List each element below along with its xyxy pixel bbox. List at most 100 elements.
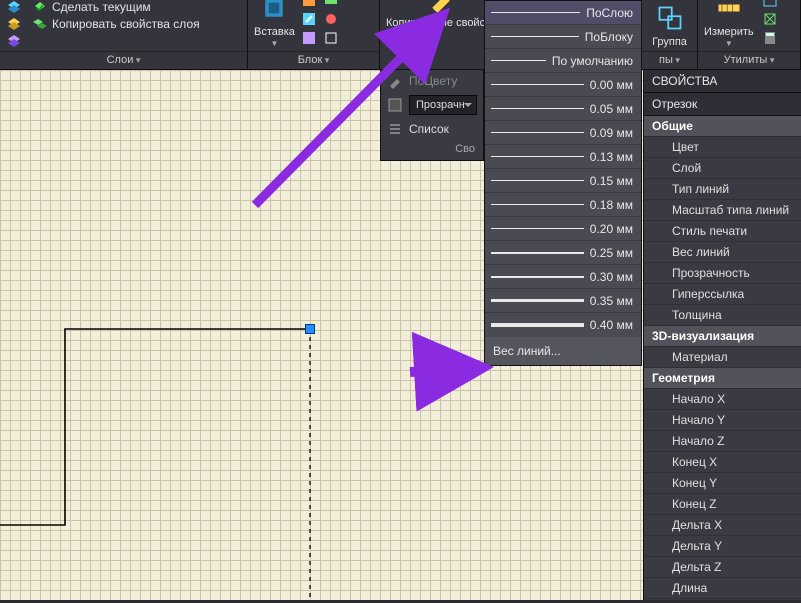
lineweight-option[interactable]: 0.15 мм bbox=[485, 169, 641, 193]
copy-properties-label: Копирование свойств bbox=[386, 17, 496, 29]
panel-title-layers[interactable]: Слои bbox=[0, 51, 247, 69]
panel-title-groups[interactable]: пы bbox=[642, 51, 697, 69]
lineweight-sample bbox=[491, 132, 584, 133]
lineweight-option[interactable]: 0.09 мм bbox=[485, 121, 641, 145]
block-edit-icon[interactable] bbox=[301, 11, 317, 27]
lineweight-sample bbox=[491, 276, 584, 278]
props-row[interactable]: Начало Z bbox=[644, 431, 801, 452]
layer-match-icon[interactable] bbox=[6, 16, 22, 32]
lineweight-option[interactable]: 0.35 мм bbox=[485, 289, 641, 313]
block-misc2-icon[interactable] bbox=[323, 11, 339, 27]
props-row[interactable]: Материал bbox=[644, 347, 801, 368]
measure-icon bbox=[713, 0, 745, 24]
layer-props-icon[interactable] bbox=[6, 33, 22, 49]
props-row[interactable]: Дельта Y bbox=[644, 536, 801, 557]
props-row[interactable]: Конец Y bbox=[644, 473, 801, 494]
props-row[interactable]: Тип линий bbox=[644, 179, 801, 200]
lineweight-option[interactable]: 0.05 мм bbox=[485, 97, 641, 121]
select-all-icon[interactable] bbox=[762, 11, 778, 27]
block-create-icon[interactable] bbox=[301, 0, 317, 8]
transparency-label: Прозрачн bbox=[416, 99, 465, 111]
lineweight-option[interactable]: ПоСлою bbox=[485, 1, 641, 25]
palette-entity-type[interactable]: Отрезок bbox=[644, 93, 801, 116]
lineweight-option[interactable]: 0.25 мм bbox=[485, 241, 641, 265]
line-segment bbox=[0, 329, 310, 525]
list-row[interactable]: Список bbox=[381, 118, 483, 140]
copy-layer-props-label: Копировать свойства слоя bbox=[52, 17, 200, 31]
ribbon-panel-groups: Группа пы bbox=[642, 0, 698, 69]
props-row[interactable]: Слой bbox=[644, 158, 801, 179]
panel-title-block[interactable]: Блок bbox=[248, 51, 379, 69]
measure-button[interactable]: Измерить ▼ bbox=[704, 0, 754, 49]
copy-layer-props-button[interactable]: Копировать свойства слоя bbox=[32, 16, 200, 32]
lineweight-sample bbox=[491, 12, 580, 13]
properties-palette: СВОЙСТВА Отрезок ОбщиеЦветСлойТип линийМ… bbox=[643, 70, 801, 600]
lineweight-option[interactable]: 0.00 мм bbox=[485, 73, 641, 97]
list-icon bbox=[387, 121, 403, 137]
props-row[interactable]: Начало X bbox=[644, 389, 801, 410]
lineweight-sample bbox=[491, 228, 584, 229]
block-misc3-icon[interactable] bbox=[323, 30, 339, 46]
group-icon bbox=[654, 2, 686, 34]
ribbon-panel-utilities: Измерить ▼ Утилиты bbox=[698, 0, 801, 69]
transparency-select[interactable]: Прозрачн bbox=[409, 95, 477, 115]
insert-button[interactable]: Вставка ▼ bbox=[254, 0, 295, 49]
insert-label: Вставка bbox=[254, 26, 295, 38]
lineweight-option-label: 0.09 мм bbox=[590, 126, 633, 140]
lineweight-option[interactable]: ПоБлоку bbox=[485, 25, 641, 49]
calculator-icon[interactable] bbox=[762, 30, 778, 46]
measure-label: Измерить bbox=[704, 26, 754, 38]
props-section-header[interactable]: 3D-визуализация bbox=[644, 326, 801, 347]
lineweight-option[interactable]: 0.40 мм bbox=[485, 313, 641, 337]
props-row[interactable]: Масштаб типа линий bbox=[644, 200, 801, 221]
copy-properties-button[interactable]: Копирование свойств bbox=[386, 0, 496, 29]
copy-props-icon bbox=[32, 16, 48, 32]
props-row[interactable]: Дельта X bbox=[644, 515, 801, 536]
lineweight-sample bbox=[491, 156, 584, 157]
layer-current-icon bbox=[32, 0, 48, 15]
selection-grip[interactable] bbox=[305, 324, 315, 334]
lineweight-option[interactable]: 0.18 мм bbox=[485, 193, 641, 217]
props-row[interactable]: Цвет bbox=[644, 137, 801, 158]
group-label: Группа bbox=[652, 36, 687, 48]
lineweight-option-label: По умолчанию bbox=[552, 54, 633, 68]
lineweight-option[interactable]: По умолчанию bbox=[485, 49, 641, 73]
props-section-header[interactable]: Общие bbox=[644, 116, 801, 137]
props-row[interactable]: Толщина bbox=[644, 305, 801, 326]
properties-extended-panel: ПоЦвету Прозрачн Список Сво bbox=[380, 70, 484, 161]
by-color-label: ПоЦвету bbox=[409, 74, 457, 88]
block-misc1-icon[interactable] bbox=[323, 0, 339, 8]
props-row[interactable]: Конец Z bbox=[644, 494, 801, 515]
lineweight-flyout: ПоСлоюПоБлоку По умолчанию 0.00 мм0.05 мм 0… bbox=[484, 0, 642, 366]
ribbon-panel-layers: Сделать текущим Копировать свойства слоя… bbox=[0, 0, 248, 69]
quick-select-icon[interactable] bbox=[762, 0, 778, 8]
dropdown-caret-icon: ▼ bbox=[270, 40, 278, 49]
lineweight-option[interactable]: 0.13 мм bbox=[485, 145, 641, 169]
props-row[interactable]: Гиперссылка bbox=[644, 284, 801, 305]
panel-title-utilities[interactable]: Утилиты bbox=[698, 51, 800, 69]
props-row[interactable]: Конец X bbox=[644, 452, 801, 473]
props-hint: Сво bbox=[381, 140, 483, 160]
match-props-icon bbox=[425, 0, 457, 15]
lineweight-option-label: 0.20 мм bbox=[590, 222, 633, 236]
lineweight-settings-button[interactable]: Вес линий... bbox=[485, 337, 641, 365]
props-row[interactable]: Начало Y bbox=[644, 410, 801, 431]
square-icon bbox=[387, 97, 403, 113]
lineweight-sample bbox=[491, 36, 579, 37]
props-row[interactable]: Стиль печати bbox=[644, 221, 801, 242]
insert-icon bbox=[258, 0, 290, 24]
props-row[interactable]: Вес линий bbox=[644, 242, 801, 263]
make-current-button[interactable]: Сделать текущим bbox=[32, 0, 200, 15]
props-row[interactable]: Прозрачность bbox=[644, 263, 801, 284]
lineweight-option[interactable]: 0.20 мм bbox=[485, 217, 641, 241]
transparency-row[interactable]: Прозрачн bbox=[381, 92, 483, 118]
lineweight-sample bbox=[491, 108, 584, 109]
lineweight-option[interactable]: 0.30 мм bbox=[485, 265, 641, 289]
props-row[interactable]: Дельта Z bbox=[644, 557, 801, 578]
props-row[interactable]: Длина bbox=[644, 578, 801, 599]
group-button[interactable]: Группа bbox=[652, 2, 687, 48]
props-section-header[interactable]: Геометрия bbox=[644, 368, 801, 389]
lineweight-sample bbox=[491, 299, 584, 302]
block-attr-icon[interactable] bbox=[301, 30, 317, 46]
layer-icon[interactable] bbox=[6, 0, 22, 15]
